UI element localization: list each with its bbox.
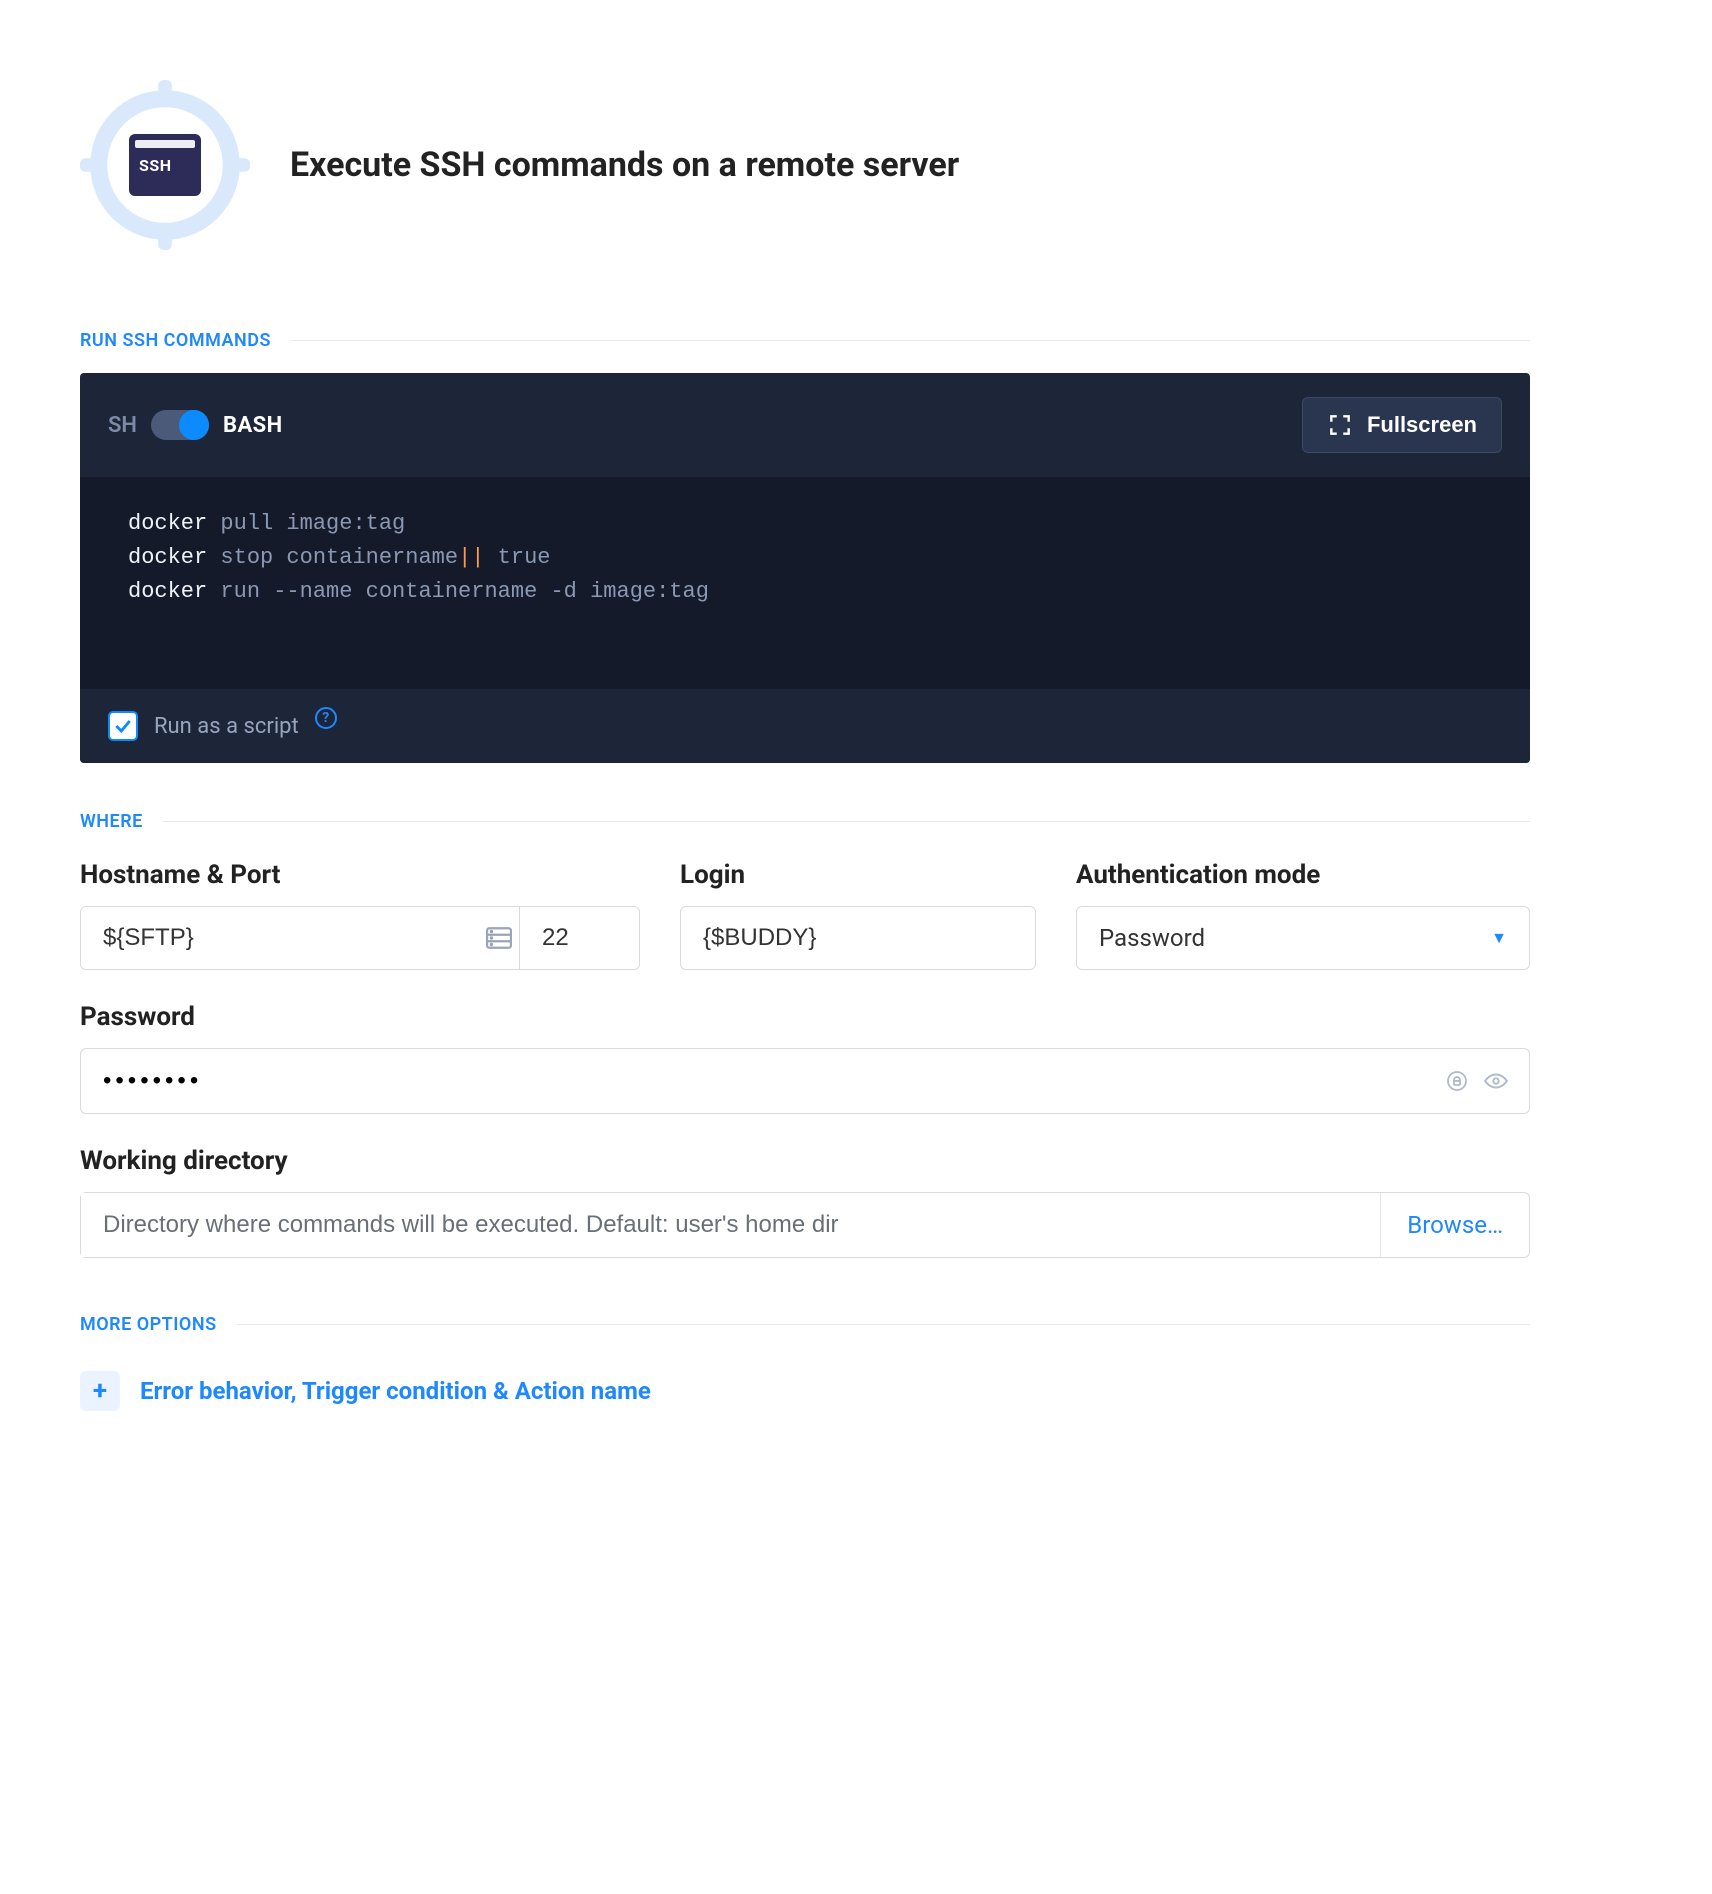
toggle-knob [179,410,209,440]
code-editor[interactable]: docker pull image:tag docker stop contai… [80,477,1530,689]
divider [237,1324,1530,1325]
section-label-more: MORE OPTIONS [80,1314,217,1335]
working-directory-input[interactable] [81,1193,1380,1257]
shell-mode-bash[interactable]: BASH [223,413,283,438]
browse-button[interactable]: Browse… [1380,1193,1529,1257]
help-icon[interactable]: ? [315,707,337,729]
run-as-script-checkbox[interactable] [108,711,138,741]
section-where: WHERE [80,811,1530,832]
hostname-port-group [80,906,640,970]
divider [163,821,1530,822]
auth-mode-value: Password [1099,924,1205,952]
code-line: docker run --name containername -d image… [128,575,1482,609]
fullscreen-icon [1327,412,1353,438]
shell-mode-sh[interactable]: SH [108,413,137,438]
section-more-options: MORE OPTIONS [80,1314,1530,1335]
server-list-icon[interactable] [479,927,519,949]
password-input[interactable] [103,1049,1431,1113]
auth-mode-select[interactable]: Password ▼ [1076,906,1530,970]
code-line: docker stop containername|| true [128,541,1482,575]
check-icon [113,716,133,736]
login-input[interactable] [681,907,1035,969]
port-input[interactable] [519,907,639,969]
section-label-run: RUN SSH COMMANDS [80,330,271,351]
divider [291,340,1530,341]
action-header: SSH Execute SSH commands on a remote ser… [80,80,1530,250]
fullscreen-button[interactable]: Fullscreen [1302,397,1502,453]
hostname-label: Hostname & Port [80,860,640,890]
run-as-script-label: Run as a script [154,714,299,739]
ssh-tile-icon: SSH [129,134,201,196]
action-icon: SSH [80,80,250,250]
more-options-label: Error behavior, Trigger condition & Acti… [140,1377,651,1405]
chevron-down-icon: ▼ [1491,928,1507,948]
page-title: Execute SSH commands on a remote server [290,145,959,185]
plus-icon: + [80,1371,120,1411]
hostname-input[interactable] [81,907,479,969]
section-run-commands: RUN SSH COMMANDS [80,330,1530,351]
shell-mode-toggle-group: SH BASH [108,410,283,440]
command-console: SH BASH Fullscreen docker pull image:tag… [80,373,1530,763]
working-directory-label: Working directory [80,1146,1530,1176]
login-label: Login [680,860,1036,890]
ssh-tile-label: SSH [139,156,172,175]
password-label: Password [80,1002,1530,1032]
encryption-icon[interactable] [1445,1069,1469,1093]
auth-mode-label: Authentication mode [1076,860,1530,890]
section-label-where: WHERE [80,811,143,832]
eye-icon[interactable] [1483,1068,1509,1094]
shell-toggle[interactable] [151,410,209,440]
more-options-expand[interactable]: + Error behavior, Trigger condition & Ac… [80,1371,1530,1411]
code-line: docker pull image:tag [128,507,1482,541]
fullscreen-label: Fullscreen [1367,412,1477,438]
